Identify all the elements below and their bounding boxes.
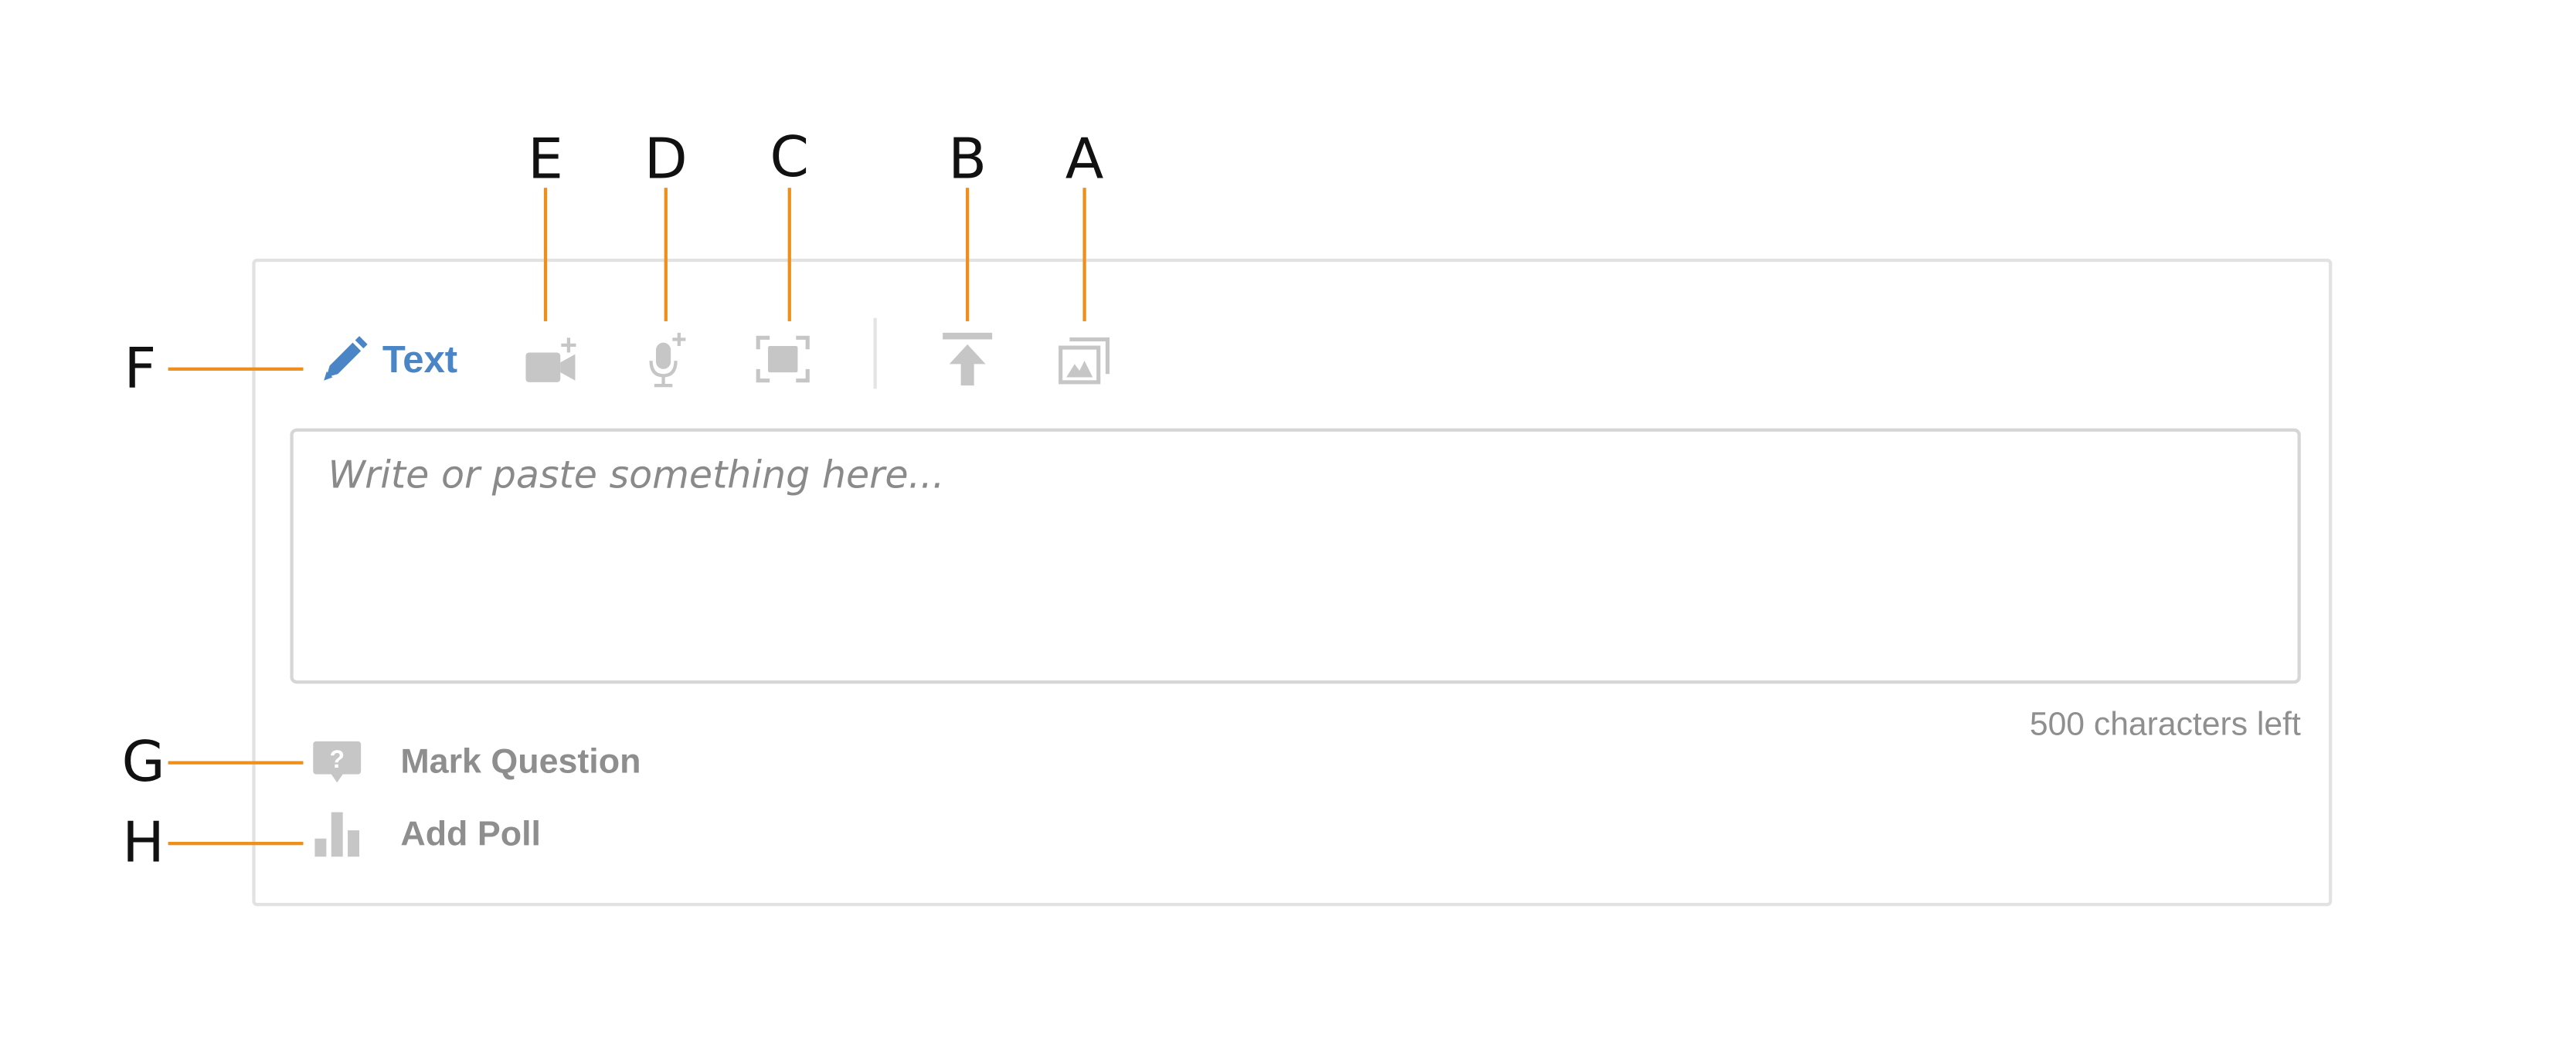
upload-icon bbox=[940, 330, 996, 389]
add-image-button[interactable] bbox=[1055, 330, 1114, 389]
microphone-plus-icon bbox=[638, 330, 695, 389]
add-video-button[interactable] bbox=[518, 330, 583, 389]
question-bubble-icon: ? bbox=[310, 740, 364, 786]
screen-capture-icon bbox=[755, 334, 811, 384]
mark-question-option[interactable]: ? Mark Question bbox=[310, 740, 641, 786]
callout-label-b: B bbox=[948, 127, 987, 193]
callout-label-e: E bbox=[528, 127, 563, 193]
callout-line-g bbox=[168, 761, 304, 765]
post-text-input[interactable] bbox=[290, 428, 2301, 684]
add-audio-button[interactable] bbox=[636, 330, 695, 389]
add-poll-label: Add Poll bbox=[400, 815, 542, 853]
video-camera-plus-icon bbox=[519, 331, 582, 388]
callout-label-c: C bbox=[770, 125, 810, 192]
callout-label-f: F bbox=[124, 336, 157, 402]
callout-line-e bbox=[543, 188, 548, 321]
callout-line-f bbox=[168, 367, 304, 371]
tab-text[interactable]: Text bbox=[318, 330, 457, 389]
toolbar-divider bbox=[873, 317, 877, 389]
callout-label-a: A bbox=[1065, 127, 1104, 193]
svg-text:?: ? bbox=[329, 745, 345, 773]
callout-line-d bbox=[663, 188, 668, 321]
callout-line-b bbox=[965, 188, 970, 321]
callout-line-a bbox=[1082, 188, 1086, 321]
annotated-composer-figure: E D C B A F G H Text Write or paste some… bbox=[0, 0, 2576, 1054]
upload-button[interactable] bbox=[938, 330, 997, 389]
callout-label-g: G bbox=[121, 729, 165, 796]
bar-chart-icon bbox=[310, 810, 364, 860]
callout-line-c bbox=[787, 188, 791, 321]
screen-capture-button[interactable] bbox=[753, 330, 813, 389]
character-counter: 500 characters left bbox=[2029, 707, 2301, 744]
mark-question-label: Mark Question bbox=[400, 743, 641, 782]
add-poll-option[interactable]: Add Poll bbox=[310, 810, 541, 860]
callout-label-d: D bbox=[644, 127, 688, 193]
callout-label-h: H bbox=[122, 810, 165, 877]
callout-line-h bbox=[168, 841, 304, 846]
image-gallery-icon bbox=[1056, 333, 1113, 385]
pencil-icon bbox=[318, 333, 371, 385]
tab-text-label: Text bbox=[382, 337, 458, 380]
